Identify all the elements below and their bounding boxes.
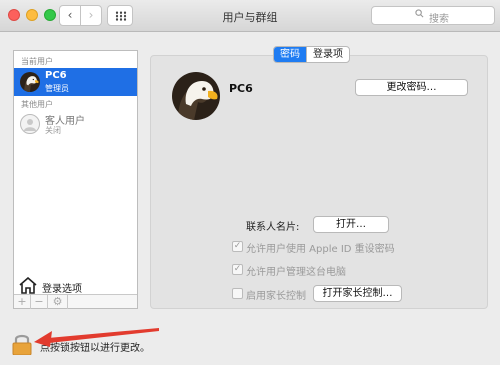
user-list-item-pc6[interactable]: PC6 管理员 (14, 68, 137, 96)
allow-admin-checkbox[interactable]: ✓ (232, 264, 243, 275)
contact-card-label: 联系人名片: (246, 222, 300, 233)
tab-password[interactable]: 密码 (274, 47, 306, 62)
lock-icon[interactable] (11, 333, 33, 359)
search-icon (415, 9, 424, 21)
search-field[interactable]: 搜索 (371, 6, 495, 25)
allow-admin-label: 允许用户管理这台电脑 (246, 267, 346, 278)
tab-bar: 密码 登录项 (273, 46, 350, 63)
current-users-label: 当前用户 (21, 57, 53, 66)
users-groups-window: ‹ › 用户与群组 搜索 当前用户 PC6 管理员 其他用户 客人用户 关闭 登… (0, 0, 500, 365)
parental-controls-label: 启用家长控制 (246, 291, 306, 302)
add-user-button[interactable]: + (14, 295, 31, 309)
user-list-item-guest[interactable]: 客人用户 关闭 (14, 110, 137, 138)
open-parental-controls-button[interactable]: 打开家长控制… (313, 285, 402, 302)
user-role: 管理员 (45, 84, 69, 93)
user-full-name: PC6 (229, 82, 253, 95)
guest-avatar-icon (20, 114, 40, 134)
guest-status: 关闭 (45, 126, 61, 135)
gear-icon[interactable]: ⚙ (48, 295, 68, 309)
login-options-label: 登录选项 (42, 284, 82, 295)
user-list-sidebar: 当前用户 PC6 管理员 其他用户 客人用户 关闭 登录选项 + − ⚙ (13, 50, 138, 309)
eagle-avatar-icon (20, 72, 40, 92)
other-users-label: 其他用户 (21, 100, 53, 109)
sidebar-toolbar: + − ⚙ (14, 294, 137, 309)
change-password-button[interactable]: 更改密码… (355, 79, 468, 96)
remove-user-button[interactable]: − (31, 295, 48, 309)
parental-controls-checkbox[interactable] (232, 288, 243, 299)
tab-login-items[interactable]: 登录项 (306, 47, 349, 62)
login-options-item[interactable]: 登录选项 (14, 276, 137, 295)
search-placeholder: 搜索 (429, 14, 449, 25)
user-name: PC6 (45, 70, 67, 81)
open-contact-button[interactable]: 打开… (313, 216, 389, 233)
eagle-user-picture-icon[interactable] (172, 72, 220, 120)
lock-hint-text: 点按锁按钮以进行更改。 (40, 343, 150, 354)
title-bar: ‹ › 用户与群组 搜索 (0, 0, 500, 32)
allow-apple-id-reset-label: 允许用户使用 Apple ID 重设密码 (246, 244, 395, 255)
allow-apple-id-reset-checkbox[interactable]: ✓ (232, 241, 243, 252)
